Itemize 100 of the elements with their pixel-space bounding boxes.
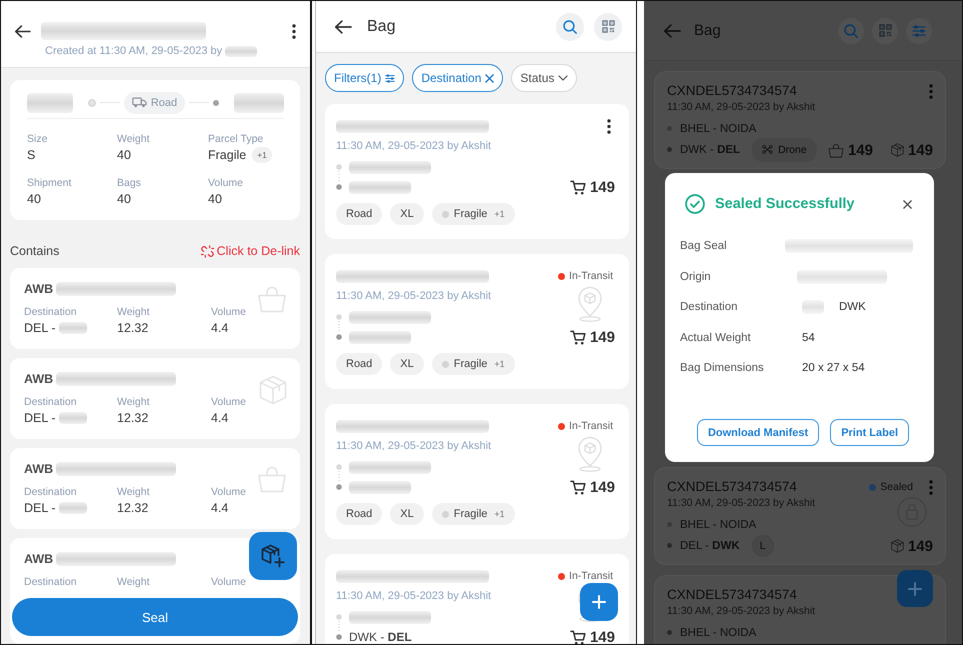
dialog-button[interactable]: Download Manifest (696, 419, 820, 446)
shipment-card[interactable]: AWB Destination DEL - Weight 12.32 Volume 4.4 (10, 358, 300, 439)
cart-icon (570, 480, 586, 494)
field-label: Weight (117, 575, 150, 589)
back-arrow-icon[interactable] (334, 20, 352, 34)
screen-title: Bag (694, 22, 721, 39)
box-icon (259, 375, 287, 405)
created-info: 11:30 AM, 29-05-2023 by Akshit (336, 589, 492, 603)
parcel-type-label: Fragile (454, 208, 488, 220)
origin-dot-icon (88, 98, 96, 106)
field-label: Volume (211, 305, 246, 319)
filter-chip[interactable]: Destination (412, 64, 504, 92)
check-circle-icon (685, 194, 705, 214)
more-count: +1 (494, 509, 505, 519)
field-value: Fragile (208, 147, 246, 163)
bag-card[interactable]: 11:30 AM, 29-05-2023 by Akshit In-Transit 149 Road XL Fragile +1 (325, 404, 629, 539)
sliders-icon (912, 24, 926, 36)
screen-title: Bag (367, 18, 396, 36)
truck-icon (132, 97, 147, 108)
field-label: Volume (211, 485, 246, 499)
count-value: 149 (848, 142, 873, 158)
field-label: Volume (211, 395, 246, 409)
field-label: Size (27, 132, 48, 146)
chevron-down-icon (558, 75, 568, 81)
box-icon (890, 539, 904, 553)
qr-code-icon (878, 24, 892, 37)
route-text: BHEL - NOIDA (680, 626, 756, 638)
status-label: In-Transit (569, 570, 613, 582)
field-label: Destination (24, 575, 77, 589)
detail-label: Origin (680, 270, 711, 282)
field-label: Weight (117, 395, 150, 409)
plus-icon (592, 595, 606, 609)
more-icon[interactable] (292, 24, 296, 38)
more-icon[interactable] (607, 118, 611, 134)
shopping-bag-icon (828, 142, 844, 158)
more-count-badge: +1 (252, 147, 272, 163)
field-value: DEL - (24, 500, 56, 516)
status-label: Sealed (880, 481, 913, 493)
field-value: 12.32 (117, 500, 148, 516)
seal-button[interactable]: Seal (12, 598, 298, 636)
filter-chip[interactable]: Status (511, 64, 578, 92)
search-icon (563, 20, 577, 34)
add-button[interactable] (580, 583, 618, 621)
search-button[interactable] (556, 12, 584, 40)
count-value: 149 (590, 178, 615, 196)
route-text: BHEL - NOIDA (680, 122, 756, 134)
detail-label: Destination (680, 301, 738, 313)
field-label: Destination (24, 395, 77, 409)
route-timeline-icon (336, 164, 342, 190)
size-tag: L (752, 534, 774, 556)
transport-mode-label: Road (150, 96, 178, 108)
bag-card[interactable]: 11:30 AM, 29-05-2023 by Akshit DWK - DEL In-Transit 149 (325, 554, 629, 644)
field-value: 40 (208, 191, 222, 207)
close-icon[interactable] (903, 200, 912, 208)
route-dot-icon (667, 543, 672, 548)
field-label: Bags (117, 176, 141, 190)
parcel-type-label: Fragile (454, 508, 488, 520)
field-label: Shipment (27, 176, 72, 190)
created-info: 11:30 AM, 29-05-2023 by Akshit (336, 439, 492, 453)
add-shipment-button[interactable] (249, 532, 297, 580)
dialog-button[interactable]: Print Label (830, 419, 910, 446)
awb-number: AWB (24, 461, 54, 477)
created-info: 11:30 AM, 29-05-2023 by Akshit (336, 139, 492, 153)
field-label: Volume (211, 575, 246, 589)
scan-button[interactable] (594, 12, 622, 40)
back-arrow-icon[interactable] (14, 24, 31, 38)
shipment-card[interactable]: AWB Destination DEL - Weight 12.32 Volume 4.4 (10, 448, 300, 529)
add-button[interactable] (897, 570, 933, 607)
field-label: Volume (208, 176, 244, 190)
created-info: 11:30 AM, 29-05-2023 by Akshit (667, 496, 816, 510)
filter-chip[interactable]: Filters(1) (325, 64, 404, 92)
field-label: Destination (24, 485, 77, 499)
created-info: 11:30 AM, 29-05-2023 by Akshit (667, 604, 816, 618)
detail-value: 54 (802, 332, 815, 344)
search-icon (844, 24, 858, 38)
route-dot-icon (667, 630, 672, 635)
plus-icon (908, 582, 922, 596)
bag-card[interactable]: 11:30 AM, 29-05-2023 by Akshit 149 Road XL Fragile +1 (325, 104, 629, 239)
bag-number: CXNDEL5734734574 (667, 479, 797, 495)
field-label: Weight (117, 132, 150, 146)
more-count: +1 (494, 209, 505, 219)
shopping-bag-icon (257, 285, 287, 313)
shipment-card[interactable]: AWB Destination DEL - Weight 12.32 Volume 4.4 (10, 268, 300, 349)
route-timeline-icon (336, 314, 342, 340)
bag-card[interactable]: 11:30 AM, 29-05-2023 by Akshit In-Transit 149 Road XL Fragile +1 (325, 254, 629, 389)
field-value: 4.4 (211, 320, 228, 336)
detail-label: Actual Weight (680, 332, 751, 344)
delink-link[interactable]: Click to De-link (200, 244, 300, 258)
field-label: Destination (24, 305, 77, 319)
close-icon (485, 74, 494, 82)
cart-icon (570, 630, 586, 644)
count-value: 149 (590, 478, 615, 496)
info-tag: XL (390, 353, 424, 375)
info-tag: XL (390, 203, 424, 225)
section-title: Contains (10, 244, 60, 258)
count-value: 149 (908, 142, 933, 158)
transport-mode-label: Drone (778, 144, 807, 156)
broken-link-icon (200, 244, 214, 258)
cart-icon (570, 180, 586, 194)
box-plus-icon (261, 544, 285, 568)
